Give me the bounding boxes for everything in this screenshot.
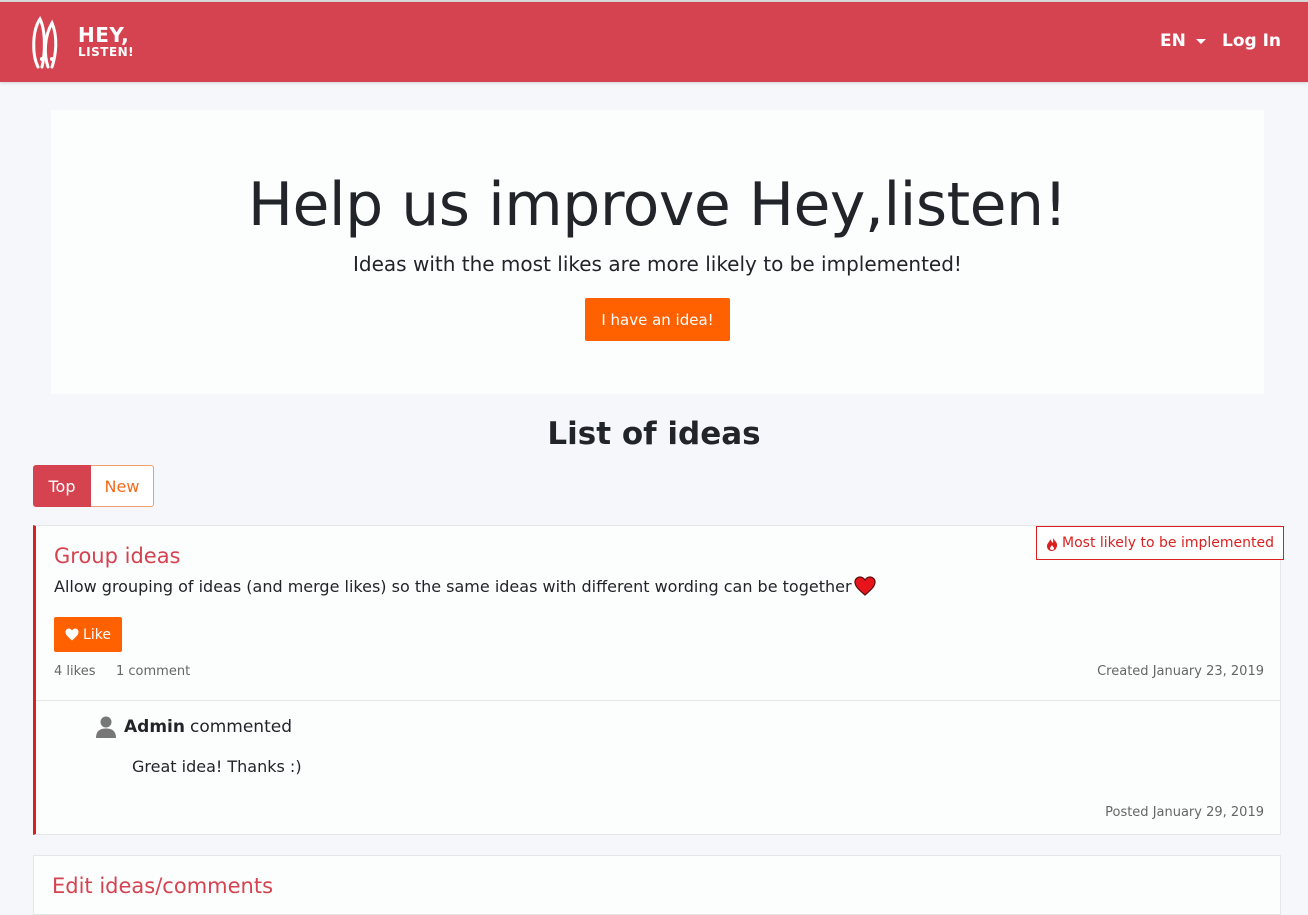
tab-top[interactable]: Top — [33, 465, 91, 507]
tab-new[interactable]: New — [91, 465, 154, 507]
idea-description: Allow grouping of ideas (and merge likes… — [54, 576, 876, 596]
hero-title: Help us improve Hey,listen! — [247, 170, 1068, 240]
flame-icon — [1047, 535, 1058, 551]
likes-count: 4 likes — [54, 664, 96, 679]
idea-description-text: Allow grouping of ideas (and merge likes… — [54, 576, 852, 596]
badge-label: Most likely to be implemented — [1062, 535, 1274, 551]
comments-link[interactable]: 1 comment — [116, 664, 190, 679]
comment-header: Admin commented — [96, 716, 292, 738]
login-link[interactable]: Log In — [1222, 31, 1281, 51]
comment-action: commented — [189, 717, 293, 737]
heart-icon — [65, 628, 79, 641]
card-divider — [36, 700, 1281, 701]
idea-title-link[interactable]: Group ideas — [54, 544, 181, 568]
comment-author: Admin — [124, 717, 185, 737]
logo-line1: HEY, — [78, 23, 130, 47]
comment-body: Great idea! Thanks :) — [132, 757, 302, 776]
sort-tabs: Top New — [33, 465, 154, 507]
list-title: List of ideas — [547, 416, 761, 452]
idea-title-link[interactable]: Edit ideas/comments — [52, 874, 273, 898]
hero-section: Help us improve Hey,listen! Ideas with t… — [51, 110, 1264, 394]
logo-icon — [32, 16, 58, 69]
idea-card: Most likely to be implemented Group idea… — [33, 525, 1284, 835]
idea-card: Edit ideas/comments — [33, 855, 1281, 915]
comment-posted-date: Posted January 29, 2019 — [1105, 805, 1264, 820]
language-label: EN — [1160, 31, 1186, 51]
heart-emoji-icon — [853, 576, 876, 596]
hero-subtitle: Ideas with the most likes are more likel… — [353, 252, 962, 276]
language-dropdown[interactable]: EN — [1160, 31, 1206, 51]
new-idea-button[interactable]: I have an idea! — [585, 298, 730, 341]
caret-down-icon — [1195, 38, 1206, 44]
created-date: Created January 23, 2019 — [1097, 664, 1264, 679]
like-label: Like — [83, 626, 111, 643]
like-button[interactable]: Like — [54, 617, 122, 652]
brand-logo[interactable]: HEY, LISTEN! — [30, 15, 140, 71]
logo-line2: LISTEN! — [78, 45, 135, 59]
navbar: HEY, LISTEN! EN Log In — [0, 2, 1308, 82]
logo-text: HEY, LISTEN! — [78, 25, 134, 58]
most-likely-badge: Most likely to be implemented — [1036, 526, 1284, 560]
user-icon — [96, 716, 116, 738]
